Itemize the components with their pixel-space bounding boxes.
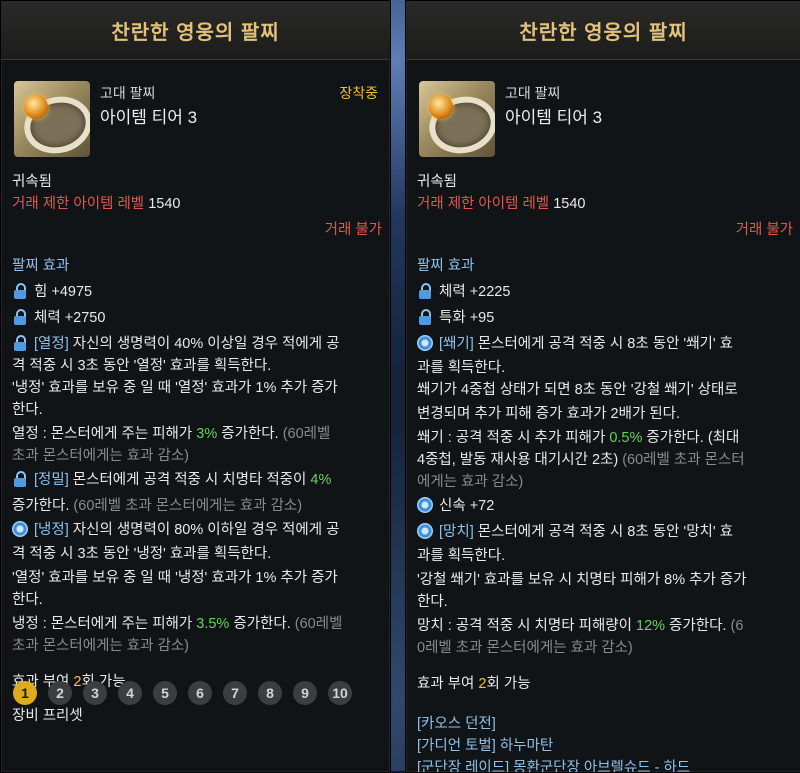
item-tooltip-equipped: 찬란한 영웅의 팔찌 고대 팔찌 아이템 티어 3 장착중 귀속됨 거래 제한 … bbox=[0, 0, 391, 773]
preset-button-5[interactable]: 5 bbox=[153, 681, 177, 705]
effect-line: [열정] 자신의 생명력이 40% 이상일 경우 적에게 공 bbox=[12, 333, 382, 355]
preset-button-7[interactable]: 7 bbox=[223, 681, 247, 705]
source-link-chaos-dungeon[interactable]: [카오스 던전] bbox=[417, 713, 793, 735]
preset-button-9[interactable]: 9 bbox=[293, 681, 317, 705]
effect-line: [쐐기] 몬스터에게 공격 적중 시 8초 동안 '쐐기' 효 bbox=[417, 333, 793, 355]
lock-icon bbox=[417, 309, 433, 325]
effect-text: '강철 쐐기' 효과를 보유 시 치명타 피해가 8% 추가 증가 bbox=[417, 572, 747, 588]
lock-icon bbox=[12, 309, 28, 325]
item-tier: 아이템 티어 3 bbox=[505, 108, 603, 127]
stat-line: 특화 +95 bbox=[417, 307, 793, 329]
stat-line: 힘 +4975 bbox=[12, 281, 382, 303]
gear-icon bbox=[12, 521, 28, 537]
item-name: 찬란한 영웅의 팔찌 bbox=[406, 1, 800, 60]
preset-button-2[interactable]: 2 bbox=[48, 681, 72, 705]
effect-text: 망치 : 공격 적중 시 치명타 피해량이 12% 증가한다. (6 bbox=[417, 618, 744, 634]
gear-icon bbox=[417, 497, 433, 513]
preset-button-4[interactable]: 4 bbox=[118, 681, 142, 705]
equipped-badge: 장착중 bbox=[339, 85, 378, 101]
item-grade: 고대 팔찌 bbox=[100, 85, 156, 101]
lock-icon bbox=[417, 283, 433, 299]
effect-text: 초과 몬스터에게는 효과 감소) bbox=[12, 448, 189, 464]
untradeable-label: 거래 불가 bbox=[324, 222, 382, 238]
item-name: 찬란한 영웅의 팔찌 bbox=[1, 1, 390, 60]
effect-text: '냉정' 효과를 보유 중 일 때 '열정' 효과가 1% 추가 증가 bbox=[12, 380, 338, 396]
effect-grant-count: 효과 부여 2회 가능 bbox=[417, 676, 531, 692]
source-link-guardian-raid[interactable]: [가디언 토벌] 하누마탄 bbox=[417, 735, 793, 757]
effect-text: 변경되며 추가 피해 증가 효과가 2배가 된다. bbox=[417, 406, 681, 422]
bound-status: 귀속됨 bbox=[417, 174, 458, 190]
bracelet-item-icon bbox=[14, 81, 90, 157]
stat-line: 신속 +72 bbox=[417, 495, 793, 517]
effect-text: 에게는 효과 감소) bbox=[417, 474, 524, 490]
effect-text: 열정 : 몬스터에게 주는 피해가 3% 증가한다. (60레벨 bbox=[12, 426, 331, 442]
effect-text: 0레벨 초과 몬스터에게는 효과 감소) bbox=[417, 640, 633, 656]
effect-text: 4중첩, 발동 재사용 대기시간 2초) (60레벨 초과 몬스터 bbox=[417, 452, 745, 468]
effect-line: [망치] 몬스터에게 공격 적중 시 8초 동안 '망치' 효 bbox=[417, 521, 793, 543]
effect-text: 증가한다. (60레벨 초과 몬스터에게는 효과 감소) bbox=[12, 498, 303, 514]
trade-limit: 거래 제한 아이템 레벨 1540 bbox=[417, 196, 586, 212]
effect-text: 격 적중 시 3초 동안 '냉정' 효과를 획득한다. bbox=[12, 546, 272, 562]
effect-text: 과를 획득한다. bbox=[417, 548, 506, 564]
preset-button-1[interactable]: 1 bbox=[13, 681, 37, 705]
effect-text: 초과 몬스터에게는 효과 감소) bbox=[12, 638, 189, 654]
effect-text: 한다. bbox=[12, 592, 43, 608]
gear-icon bbox=[417, 335, 433, 351]
effect-text: 한다. bbox=[417, 594, 448, 610]
effect-text: 한다. bbox=[12, 402, 43, 418]
effect-text: 냉정 : 몬스터에게 주는 피해가 3.5% 증가한다. (60레벨 bbox=[12, 616, 343, 632]
effect-text: 쐐기 : 공격 적중 시 추가 피해가 0.5% 증가한다. (최대 bbox=[417, 430, 740, 446]
item-grade: 고대 팔찌 bbox=[505, 85, 561, 101]
equipment-preset-list: 1 2 3 4 5 6 7 8 9 10 bbox=[13, 681, 352, 705]
preset-button-6[interactable]: 6 bbox=[188, 681, 212, 705]
effect-text: 과를 획득한다. bbox=[417, 360, 506, 376]
gear-icon bbox=[417, 523, 433, 539]
effect-line: [정밀] 몬스터에게 공격 적중 시 치명타 적중이 4% bbox=[12, 469, 382, 491]
item-tier: 아이템 티어 3 bbox=[100, 108, 198, 127]
preset-button-3[interactable]: 3 bbox=[83, 681, 107, 705]
lock-icon bbox=[12, 335, 28, 351]
preset-button-10[interactable]: 10 bbox=[328, 681, 352, 705]
untradeable-label: 거래 불가 bbox=[735, 222, 793, 238]
preset-button-8[interactable]: 8 bbox=[258, 681, 282, 705]
lock-icon bbox=[12, 471, 28, 487]
preset-label: 장비 프리셋 bbox=[12, 708, 83, 724]
bound-status: 귀속됨 bbox=[12, 174, 53, 190]
bracelet-item-icon bbox=[419, 81, 495, 157]
stat-line: 체력 +2750 bbox=[12, 307, 382, 329]
effect-line: [냉정] 자신의 생명력이 80% 이하일 경우 적에게 공 bbox=[12, 519, 382, 541]
effects-header: 팔찌 효과 bbox=[417, 258, 475, 274]
effect-text: 격 적중 시 3초 동안 '열정' 효과를 획득한다. bbox=[12, 358, 272, 374]
lock-icon bbox=[12, 283, 28, 299]
item-tooltip-compare: 찬란한 영웅의 팔찌 고대 팔찌 아이템 티어 3 귀속됨 거래 제한 아이템 … bbox=[405, 0, 800, 773]
effects-header: 팔찌 효과 bbox=[12, 258, 70, 274]
trade-limit: 거래 제한 아이템 레벨 1540 bbox=[12, 196, 181, 212]
stat-line: 체력 +2225 bbox=[417, 281, 793, 303]
effect-text: '열정' 효과를 보유 중 일 때 '냉정' 효과가 1% 추가 증가 bbox=[12, 570, 338, 586]
effect-text: 쐐기가 4중첩 상태가 되면 8초 동안 '강철 쐐기' 상태로 bbox=[417, 382, 738, 398]
